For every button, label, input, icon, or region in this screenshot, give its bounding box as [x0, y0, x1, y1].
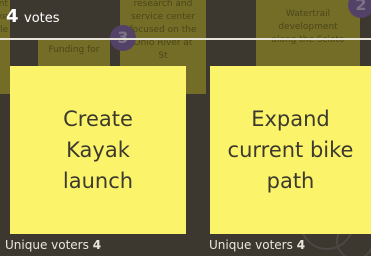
- unique-voters-label: Unique voters: [209, 238, 293, 252]
- vote-count-label: votes: [24, 11, 60, 26]
- idea-card-text: Create Kayak launch: [62, 106, 134, 193]
- idea-card-text: Expand current bike path: [227, 106, 354, 193]
- unique-voters-count: 4: [296, 238, 306, 252]
- votes-header: 4 votes: [0, 0, 371, 38]
- header-divider: [0, 38, 371, 40]
- vote-count: 4: [6, 6, 19, 27]
- unique-voters-count: 4: [92, 238, 102, 252]
- unique-voters: Unique voters 4: [209, 238, 305, 252]
- unique-voters: Unique voters 4: [5, 238, 101, 252]
- idea-card-bike-path[interactable]: Expand current bike path: [210, 66, 371, 234]
- unique-voters-label: Unique voters: [5, 238, 89, 252]
- idea-card-kayak-launch[interactable]: Create Kayak launch: [10, 66, 186, 234]
